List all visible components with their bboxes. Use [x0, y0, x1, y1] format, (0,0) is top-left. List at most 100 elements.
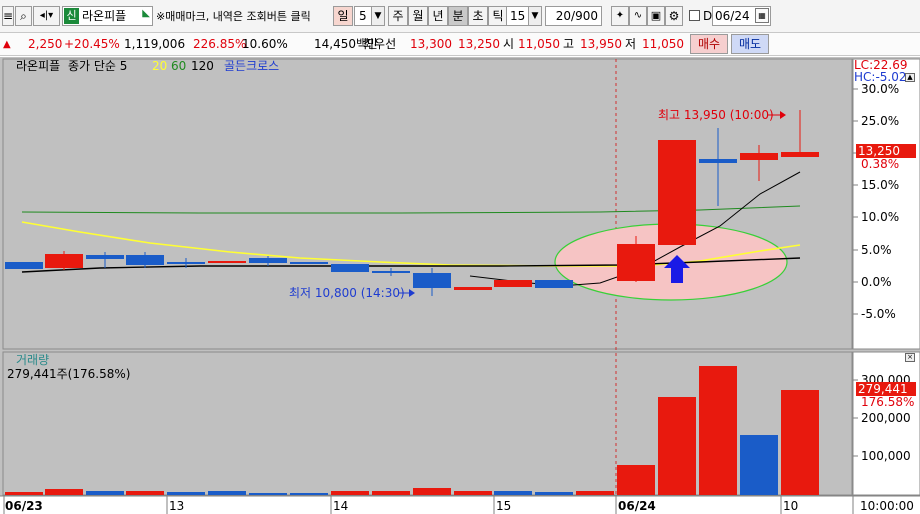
candle [167, 262, 205, 264]
legend-ma5: 종가 단순 5 [68, 59, 128, 73]
volume-bar [331, 491, 369, 495]
current-volume-tag: 279,441 [856, 382, 916, 396]
dropdown-corner-icon: ◣ [142, 8, 150, 19]
chevron-down-icon[interactable]: ▼ [371, 7, 384, 25]
period-year-button[interactable]: 년 [428, 6, 448, 26]
chevron-down-icon[interactable]: ▼ [528, 7, 541, 25]
volume-bar [126, 491, 164, 495]
up-arrow-icon: ▲ [3, 39, 11, 50]
pct-tick: -5.0% [861, 307, 896, 321]
current-volume-pct: 176.58% [861, 395, 915, 409]
gear-icon[interactable]: ⚙ [665, 6, 683, 26]
candle [5, 262, 43, 269]
volume-title: 거래량 [16, 353, 50, 367]
period-week-button[interactable]: 주 [388, 6, 408, 26]
x-label: 06/23 [5, 499, 43, 513]
candle [699, 159, 737, 163]
high-label: 고 [563, 37, 575, 51]
candle [740, 153, 778, 160]
volume-bar [208, 491, 246, 495]
time-corner: 10:00:00 [860, 499, 914, 513]
legend-ma60: 60 [171, 59, 187, 73]
period-day-button[interactable]: 일 [333, 6, 353, 26]
best-ask-value: 13,300 [410, 37, 452, 51]
volume-tick: 100,000 [861, 449, 911, 463]
period-minute-button[interactable]: 분 [448, 6, 468, 26]
search-icon[interactable]: ⌕ [15, 6, 32, 26]
volume-ratio: 226.85% [193, 37, 247, 51]
candle [454, 287, 492, 290]
volume-bar [45, 489, 83, 495]
close-icon[interactable]: × [905, 353, 915, 362]
candle [86, 255, 124, 259]
volume-bar [576, 491, 614, 495]
low-label: 저 [625, 37, 637, 51]
volume-bar [658, 397, 696, 495]
open-value: 11,050 [518, 37, 560, 51]
d-checkbox[interactable] [689, 10, 700, 21]
pct-tick: 30.0% [861, 82, 900, 96]
save-icon[interactable]: ▣ [647, 6, 665, 26]
date-field[interactable]: 06/24 ▦ [712, 6, 771, 26]
day-count-value: 5 [359, 9, 367, 23]
candle [617, 244, 655, 281]
volume-tick: 200,000 [861, 411, 911, 425]
pct-tick: 0.0% [861, 275, 892, 289]
change-pct: +20.45% [64, 37, 120, 51]
open-label: 시 [503, 37, 515, 51]
candle [535, 280, 573, 288]
candle [208, 261, 246, 263]
interval-select[interactable]: 15 ▼ [506, 6, 542, 26]
volume-bar [413, 488, 451, 495]
hint-text: ※매매마크, 내역은 조회버튼 클릭 [156, 10, 311, 23]
volume-value: 1,119,006 [124, 37, 186, 51]
candle [45, 254, 83, 268]
best-bid-value: 13,250 [458, 37, 500, 51]
pct-tick: 5.0% [861, 243, 892, 257]
price-axis [852, 58, 920, 350]
candle [781, 152, 819, 157]
high-annotation: 최고 13,950 (10:00) [658, 108, 774, 122]
line-chart-icon[interactable]: ∿ [629, 6, 647, 26]
low-value: 11,050 [642, 37, 684, 51]
volume-info: 279,441주(176.58%) [7, 367, 131, 381]
current-price-tag: 13,250 [856, 144, 916, 158]
stock-name: 라온피플 [82, 9, 127, 23]
legend-ma120: 120 [191, 59, 214, 73]
collapse-icon[interactable]: ▲ [905, 73, 915, 82]
volume-bar [290, 493, 328, 495]
x-label: 10 [783, 499, 799, 513]
date-value: 06/24 [715, 9, 750, 23]
sell-button[interactable]: 매도 [731, 34, 769, 54]
volume-bar [494, 491, 532, 495]
d-label: D [703, 9, 713, 23]
candle [126, 255, 164, 265]
volume-bar [699, 366, 737, 495]
buy-button[interactable]: 매수 [690, 34, 728, 54]
current-pct-tag: 0.38% [861, 157, 900, 171]
pct-tick: 25.0% [861, 114, 900, 128]
candle [413, 273, 451, 288]
day-count-select[interactable]: 5 ▼ [354, 6, 385, 26]
volume-bar [535, 492, 573, 495]
speaker-icon[interactable]: ◂|▾ [33, 6, 60, 26]
period-second-button[interactable]: 초 [468, 6, 488, 26]
x-axis [0, 496, 920, 514]
period-month-button[interactable]: 월 [408, 6, 428, 26]
volume-bar [167, 492, 205, 495]
volume-bar [372, 491, 410, 495]
data-count-field[interactable]: 20/900 [545, 6, 602, 26]
stock-name-field[interactable]: 신 라온피플 ◣ [62, 6, 153, 26]
low-annotation: 최저 10,800 (14:30) [289, 286, 405, 300]
turnover-value: 10.60% [242, 37, 288, 51]
chart-menu-icon[interactable]: ≡ [2, 6, 14, 26]
best-ask-label: 최우선 [363, 37, 397, 51]
candle [658, 140, 696, 245]
volume-bar [781, 390, 819, 495]
pct-tick: 15.0% [861, 178, 900, 192]
calendar-icon[interactable]: ▦ [755, 8, 769, 23]
pct-tick: 10.0% [861, 210, 900, 224]
trade-mark-icon[interactable]: ✦ [611, 6, 629, 26]
chart-svg [0, 58, 920, 514]
period-tick-button[interactable]: 틱 [488, 6, 508, 26]
